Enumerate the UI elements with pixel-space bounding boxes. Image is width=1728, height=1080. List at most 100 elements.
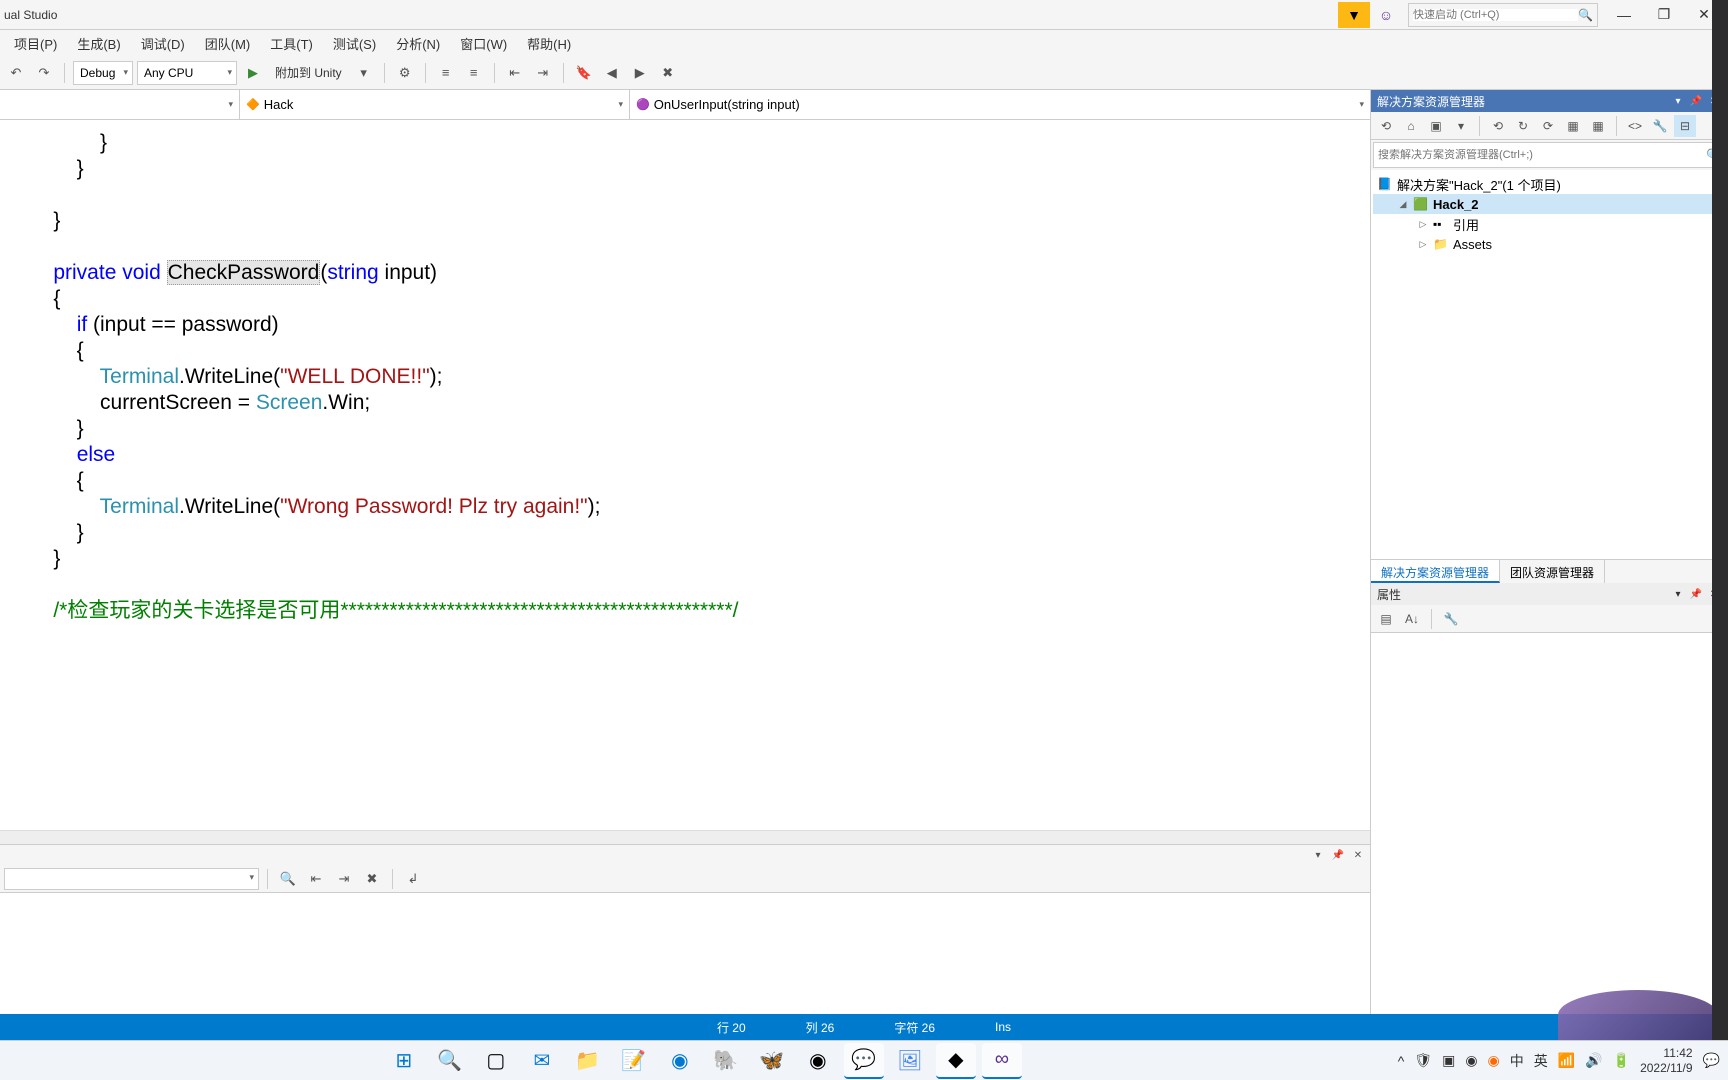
bookmark-icon[interactable]: 🔖 xyxy=(572,61,596,85)
menu-tools[interactable]: 工具(T) xyxy=(260,30,323,57)
wechat-icon[interactable]: 💬 xyxy=(844,1043,884,1079)
panel-pin-icon[interactable]: 📌 xyxy=(1688,93,1704,109)
assets-folder-node[interactable]: ▷ 📁 Assets xyxy=(1373,234,1726,254)
tray-app-icon[interactable]: ◉ xyxy=(1488,1052,1500,1069)
unity-icon[interactable]: ◆ xyxy=(936,1043,976,1079)
minimize-button[interactable]: — xyxy=(1604,2,1644,28)
menu-analyze[interactable]: 分析(N) xyxy=(386,30,450,57)
expand-icon[interactable]: ▷ xyxy=(1417,239,1429,250)
start-debug-button[interactable]: ▶ xyxy=(241,61,265,85)
solution-tree[interactable]: 📘 解决方案"Hack_2"(1 个项目) ◢ 🟩 Hack_2 ▷ ▪▪ 引用… xyxy=(1371,170,1728,559)
tab-solution-explorer[interactable]: 解决方案资源管理器 xyxy=(1371,560,1500,583)
menu-debug[interactable]: 调试(D) xyxy=(131,30,195,57)
tray-app-icon[interactable]: ▣ xyxy=(1442,1052,1455,1069)
output-source-dropdown[interactable] xyxy=(4,868,259,890)
menu-build[interactable]: 生成(B) xyxy=(67,30,130,57)
start-button[interactable]: ⊞ xyxy=(384,1043,424,1079)
tab-team-explorer[interactable]: 团队资源管理器 xyxy=(1500,560,1605,583)
steam-icon[interactable]: ◉ xyxy=(798,1043,838,1079)
tray-clock[interactable]: 11:42 2022/11/9 xyxy=(1640,1046,1693,1075)
solution-search-input[interactable] xyxy=(1378,149,1706,161)
menu-project[interactable]: 项目(P) xyxy=(4,30,67,57)
code-editor[interactable]: } } } private void CheckPassword(string … xyxy=(0,120,1370,830)
code-icon[interactable]: <> xyxy=(1624,115,1646,137)
refresh-icon[interactable]: ⟳ xyxy=(1537,115,1559,137)
indent-icon[interactable]: ⇥ xyxy=(531,61,555,85)
expand-icon[interactable]: ◢ xyxy=(1397,199,1409,210)
quick-launch-box[interactable]: 🔍 xyxy=(1408,3,1598,27)
panel-dropdown-icon[interactable]: ▾ xyxy=(1670,93,1686,109)
task-view-icon[interactable]: ▢ xyxy=(476,1043,516,1079)
clear-bookmarks-icon[interactable]: ✖ xyxy=(656,61,680,85)
project-node[interactable]: ◢ 🟩 Hack_2 xyxy=(1373,194,1726,214)
maximize-button[interactable]: ❐ xyxy=(1644,2,1684,28)
output-next-icon[interactable]: ⇥ xyxy=(332,867,356,891)
alphabetical-icon[interactable]: A↓ xyxy=(1401,608,1423,630)
tray-battery-icon[interactable]: 🔋 xyxy=(1613,1052,1630,1069)
output-prev-icon[interactable]: ⇤ xyxy=(304,867,328,891)
nav-forward-button[interactable]: ↷ xyxy=(32,61,56,85)
mail-app-icon[interactable]: ✉ xyxy=(522,1043,562,1079)
notifications-flag-icon[interactable]: ▼ xyxy=(1338,2,1370,28)
visual-studio-icon[interactable]: ∞ xyxy=(982,1043,1022,1079)
home-icon[interactable]: ⌂ xyxy=(1400,115,1422,137)
categorized-icon[interactable]: ▤ xyxy=(1375,608,1397,630)
panel-dropdown-icon[interactable]: ▾ xyxy=(1670,586,1686,602)
tray-ime-icon[interactable]: 中 xyxy=(1510,1051,1524,1071)
properties-icon[interactable]: 🔧 xyxy=(1649,115,1671,137)
tray-notifications-icon[interactable]: 💬 xyxy=(1703,1052,1720,1069)
horizontal-scrollbar[interactable] xyxy=(0,830,1370,844)
solution-node[interactable]: 📘 解决方案"Hack_2"(1 个项目) xyxy=(1373,174,1726,194)
panel-close-icon[interactable]: ✕ xyxy=(1350,847,1366,863)
uncomment-icon[interactable]: ≡ xyxy=(462,61,486,85)
nav-member-dropdown[interactable]: 🟣 OnUserInput(string input) xyxy=(630,90,1370,119)
app-icon[interactable]: 🖼 xyxy=(890,1043,930,1079)
menu-team[interactable]: 团队(M) xyxy=(195,30,261,57)
platform-dropdown[interactable]: Any CPU xyxy=(137,61,237,85)
config-dropdown[interactable]: Debug xyxy=(73,61,133,85)
app-icon[interactable]: 🐘 xyxy=(706,1043,746,1079)
home-icon[interactable]: ⟲ xyxy=(1375,115,1397,137)
toolbar-icon[interactable]: ⚙ xyxy=(393,61,417,85)
property-pages-icon[interactable]: 🔧 xyxy=(1440,608,1462,630)
search-icon[interactable]: 🔍 xyxy=(430,1043,470,1079)
solution-search-box[interactable]: 🔍 xyxy=(1373,142,1726,168)
sync-icon[interactable]: ⟲ xyxy=(1487,115,1509,137)
prev-bookmark-icon[interactable]: ◀ xyxy=(600,61,624,85)
nav-scope-dropdown[interactable] xyxy=(0,90,240,119)
panel-pin-icon[interactable]: 📌 xyxy=(1688,586,1704,602)
next-bookmark-icon[interactable]: ▶ xyxy=(628,61,652,85)
panel-pin-icon[interactable]: 📌 xyxy=(1330,847,1346,863)
quick-launch-input[interactable] xyxy=(1413,9,1578,21)
attach-unity-button[interactable]: 附加到 Unity xyxy=(269,64,348,81)
feedback-icon[interactable]: ☺ xyxy=(1370,2,1402,28)
nav-class-dropdown[interactable]: 🔶 Hack xyxy=(240,90,630,119)
show-all-icon[interactable]: ▦ xyxy=(1562,115,1584,137)
tray-app-icon[interactable]: 🛡 xyxy=(1414,1052,1432,1069)
tray-volume-icon[interactable]: 🔊 xyxy=(1585,1052,1602,1069)
tray-app-icon[interactable]: ◉ xyxy=(1465,1052,1477,1069)
tray-chevron-icon[interactable]: ^ xyxy=(1398,1053,1405,1069)
output-wrap-icon[interactable]: ↲ xyxy=(401,867,425,891)
sticky-notes-icon[interactable]: 📝 xyxy=(614,1043,654,1079)
comment-out-icon[interactable]: ≡ xyxy=(434,61,458,85)
dropdown-icon[interactable]: ▾ xyxy=(1450,115,1472,137)
refresh-icon[interactable]: ↻ xyxy=(1512,115,1534,137)
attach-dropdown-icon[interactable]: ▾ xyxy=(352,61,376,85)
preview-icon[interactable]: ▦ xyxy=(1587,115,1609,137)
tray-ime-icon[interactable]: 英 xyxy=(1534,1051,1548,1071)
file-explorer-icon[interactable]: 📁 xyxy=(568,1043,608,1079)
toggle-icon[interactable]: ⊟ xyxy=(1674,115,1696,137)
edge-icon[interactable]: ◉ xyxy=(660,1043,700,1079)
menu-test[interactable]: 测试(S) xyxy=(323,30,386,57)
output-clear-icon[interactable]: ✖ xyxy=(360,867,384,891)
panel-dropdown-icon[interactable]: ▾ xyxy=(1310,847,1326,863)
code-content[interactable]: } } } private void CheckPassword(string … xyxy=(0,120,1370,634)
menu-help[interactable]: 帮助(H) xyxy=(517,30,581,57)
menu-window[interactable]: 窗口(W) xyxy=(450,30,517,57)
tray-wifi-icon[interactable]: 📶 xyxy=(1558,1052,1575,1069)
app-icon[interactable]: 🦋 xyxy=(752,1043,792,1079)
nav-back-button[interactable]: ↶ xyxy=(4,61,28,85)
properties-grid[interactable] xyxy=(1371,633,1728,1014)
expand-icon[interactable]: ▷ xyxy=(1417,219,1429,230)
